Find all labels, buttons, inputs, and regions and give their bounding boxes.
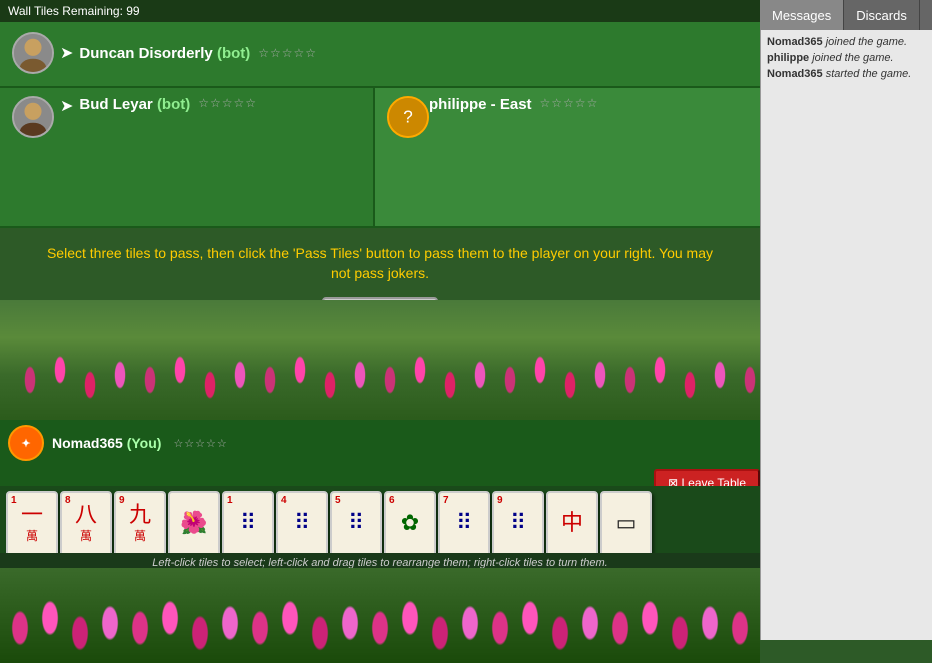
bottom-flowers xyxy=(0,568,760,663)
current-player-name: Nomad365 (You) xyxy=(52,435,161,451)
player-right: ? philippe - East ☆☆☆☆☆ xyxy=(375,88,760,228)
player-left-stars: ☆☆☆☆☆ xyxy=(198,96,257,110)
tiles-row: 1一萬8八萬9九萬🌺1⠿4⠿5⠿6✿7⠿9⠿中▭ xyxy=(0,486,760,561)
tile-8[interactable]: 7⠿ xyxy=(438,491,490,557)
tile-10[interactable]: 中 xyxy=(546,491,598,557)
player-right-name: philippe - East xyxy=(429,96,532,113)
bot-label-top: (bot) xyxy=(217,45,250,62)
tile-6[interactable]: 5⠿ xyxy=(330,491,382,557)
wall-tiles-bar: Wall Tiles Remaining: 99 xyxy=(0,0,760,22)
chat-message: Nomad365 joined the game. xyxy=(767,36,926,48)
game-area: ➤ Duncan Disorderly (bot) ☆☆☆☆☆ ➤ Bud Le… xyxy=(0,20,760,640)
tile-3[interactable]: 🌺 xyxy=(168,491,220,557)
bot-label-left: (bot) xyxy=(157,96,190,113)
arrow-left: ➤ xyxy=(60,96,73,116)
avatar-left xyxy=(12,96,54,138)
tile-2[interactable]: 9九萬 xyxy=(114,491,166,557)
tulip-field xyxy=(0,300,760,425)
tile-0[interactable]: 1一萬 xyxy=(6,491,58,557)
current-player-stars: ☆☆☆☆☆ xyxy=(173,437,227,450)
player-left-name: Bud Leyar (bot) xyxy=(79,96,190,113)
tile-1[interactable]: 8八萬 xyxy=(60,491,112,557)
player-top-stars: ☆☆☆☆☆ xyxy=(258,46,317,60)
avatar-right: ? xyxy=(387,96,429,138)
tile-5[interactable]: 4⠿ xyxy=(276,491,328,557)
tab-messages[interactable]: Messages xyxy=(760,0,844,31)
chat-message: philippe joined the game. xyxy=(767,52,926,64)
player-top: ➤ Duncan Disorderly (bot) ☆☆☆☆☆ xyxy=(0,20,760,88)
tab-car[interactable]: Car xyxy=(920,0,932,31)
you-label: (You) xyxy=(127,435,162,451)
player-top-name: Duncan Disorderly (bot) xyxy=(79,45,250,62)
tile-11[interactable]: ▭ xyxy=(600,491,652,557)
player-right-stars: ☆☆☆☆☆ xyxy=(540,96,599,110)
bottom-photo xyxy=(0,568,760,663)
arrow-top: ➤ xyxy=(60,43,73,63)
chat-message: Nomad365 started the game. xyxy=(767,68,926,80)
tile-4[interactable]: 1⠿ xyxy=(222,491,274,557)
avatar-top xyxy=(12,32,54,74)
avatar-current: ✦ xyxy=(8,425,44,461)
wall-tiles-text: Wall Tiles Remaining: 99 xyxy=(8,4,140,18)
chat-panel: Nomad365 joined the game. philippe joined… xyxy=(760,30,932,640)
background-scene xyxy=(0,300,760,425)
tab-bar: Messages Discards Car xyxy=(760,0,932,31)
tile-7[interactable]: 6✿ xyxy=(384,491,436,557)
player-left: ➤ Bud Leyar (bot) ☆☆☆☆☆ xyxy=(0,88,375,228)
instruction-text: Select three tiles to pass, then click t… xyxy=(40,244,720,283)
tab-discards[interactable]: Discards xyxy=(844,0,920,31)
tile-9[interactable]: 9⠿ xyxy=(492,491,544,557)
svg-text:?: ? xyxy=(403,108,413,127)
